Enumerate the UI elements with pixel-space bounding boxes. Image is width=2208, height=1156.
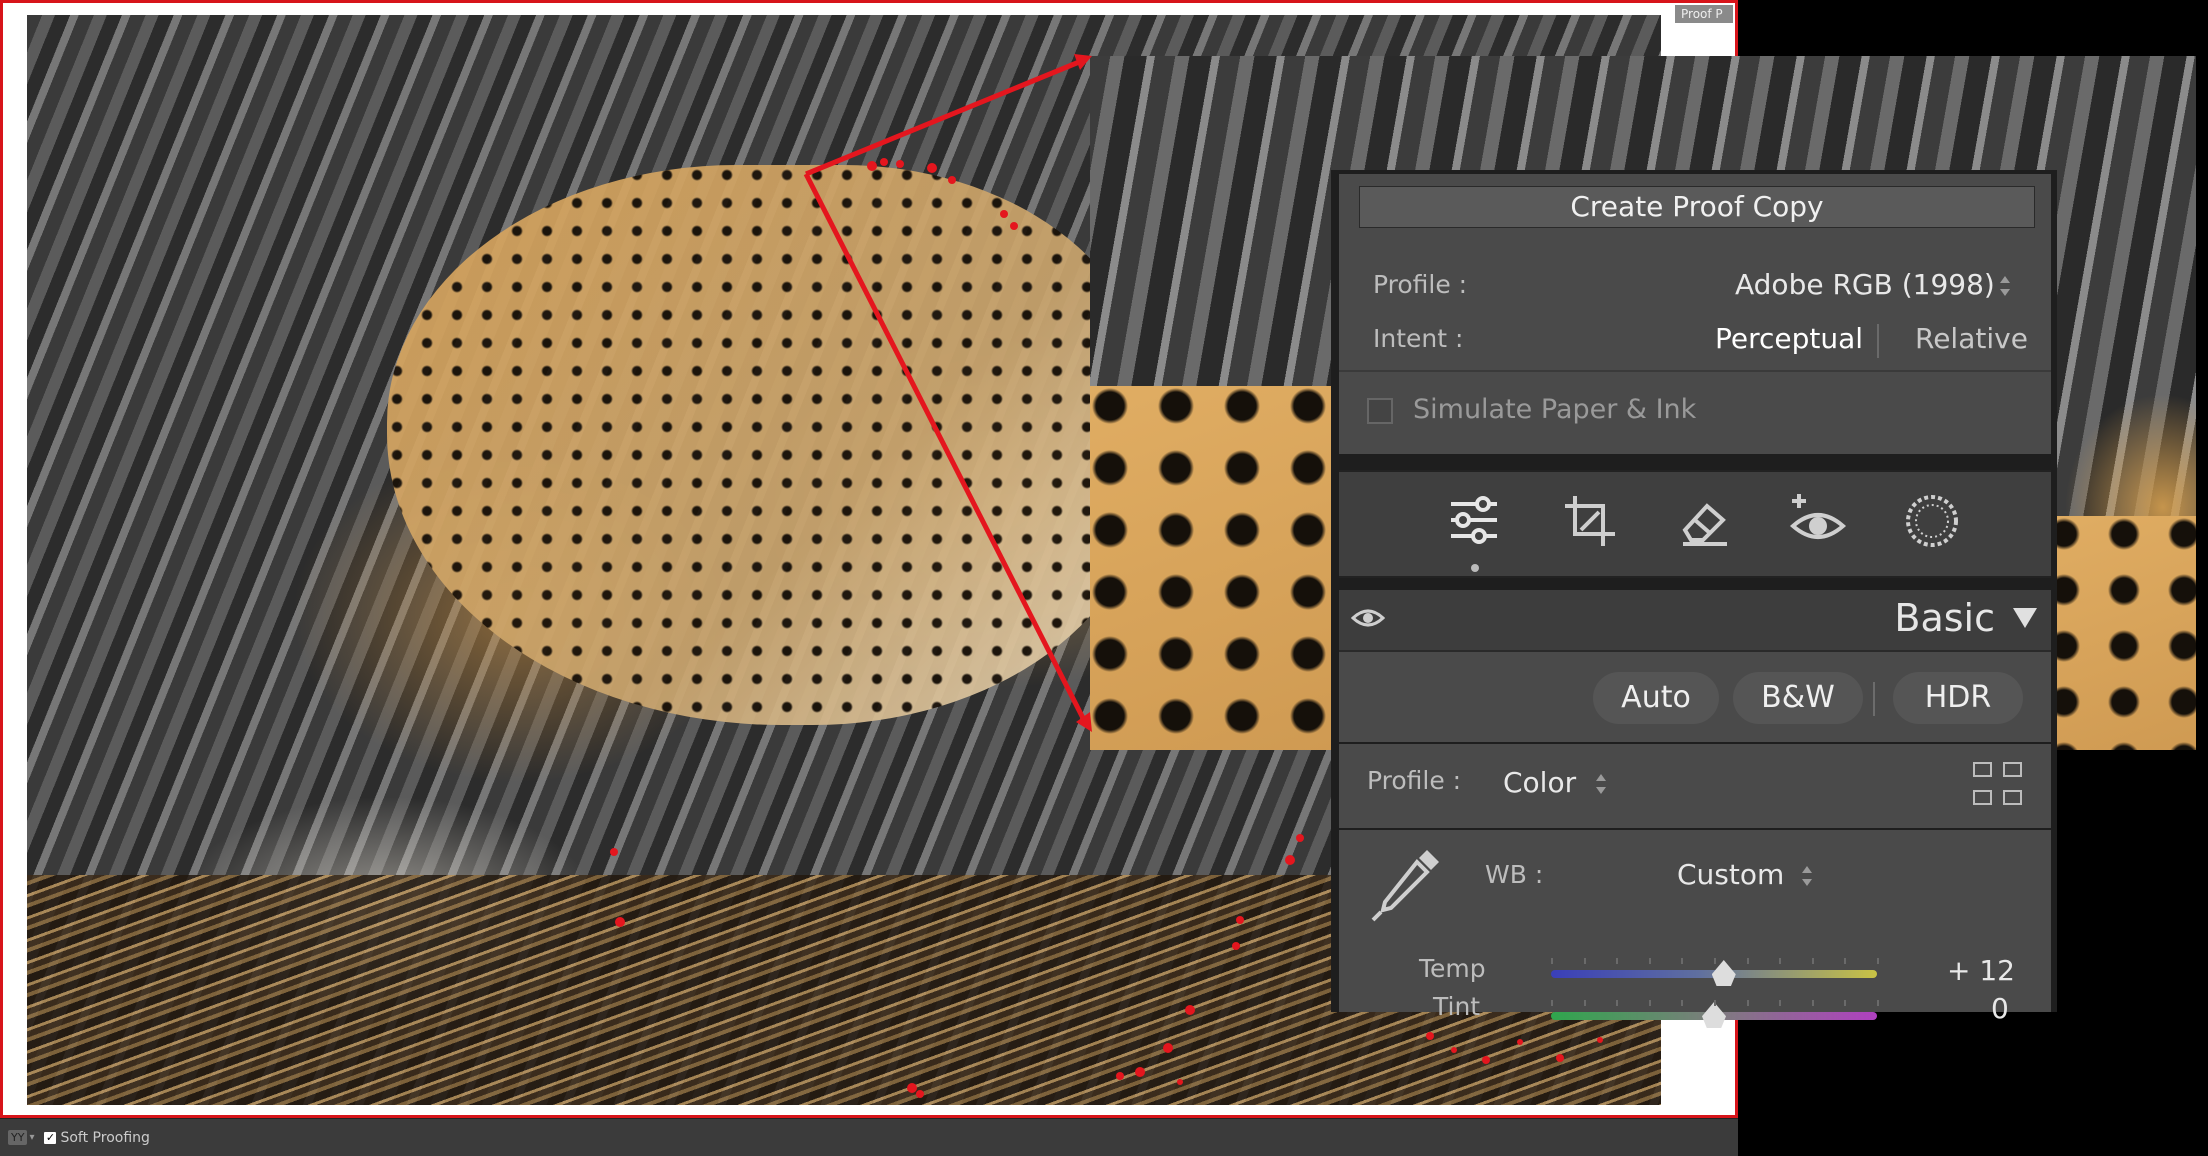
slider-tick bbox=[1648, 958, 1651, 964]
red-eye-icon[interactable] bbox=[1787, 490, 1849, 552]
develop-right-panel: Create Proof Copy Profile : Adobe RGB (1… bbox=[1331, 170, 2057, 1028]
hdr-button[interactable]: HDR bbox=[1893, 672, 2023, 724]
treatment-divider bbox=[1873, 682, 1875, 716]
basic-treatment-row: Auto B&W HDR bbox=[1339, 652, 2051, 742]
collapse-triangle-icon[interactable] bbox=[2013, 608, 2037, 628]
tint-value[interactable]: 0 bbox=[1991, 992, 2009, 1025]
slider-tick bbox=[1746, 958, 1749, 964]
simulate-paper-ink-checkbox[interactable] bbox=[1367, 398, 1393, 424]
soft-proofing-label: Soft Proofing bbox=[60, 1129, 150, 1146]
develop-tool-strip bbox=[1339, 470, 2051, 578]
panel-visibility-eye-icon[interactable] bbox=[1351, 606, 1385, 630]
soft-proofing-checkbox[interactable]: ✓ bbox=[44, 1131, 57, 1144]
black-white-button[interactable]: B&W bbox=[1733, 672, 1863, 724]
soft-proofing-panel: Create Proof Copy Profile : Adobe RGB (1… bbox=[1339, 174, 2051, 454]
create-proof-copy-button[interactable]: Create Proof Copy bbox=[1359, 186, 2035, 228]
soft-proofing-toggle[interactable]: ✓ Soft Proofing bbox=[44, 1129, 150, 1146]
profile-value-stepper-icon[interactable] bbox=[1595, 774, 1607, 794]
basic-panel-title: Basic bbox=[1894, 596, 1995, 640]
eraser-icon[interactable] bbox=[1673, 490, 1735, 552]
view-mode-selector[interactable]: YY ▾ bbox=[8, 1130, 34, 1145]
section-divider bbox=[1339, 370, 2051, 372]
temp-value[interactable]: + 12 bbox=[1947, 954, 2015, 987]
slider-tick bbox=[1583, 1000, 1586, 1006]
slider-tick bbox=[1811, 1000, 1814, 1006]
active-tool-indicator bbox=[1471, 564, 1479, 572]
slider-tick bbox=[1714, 1000, 1716, 1006]
edit-sliders-icon[interactable] bbox=[1443, 490, 1505, 552]
slider-tick bbox=[1583, 958, 1586, 964]
wb-label: WB : bbox=[1485, 860, 1544, 889]
intent-option-perceptual[interactable]: Perceptual bbox=[1715, 322, 1863, 355]
profile-browser-grid-icon[interactable] bbox=[1973, 762, 2025, 808]
slider-tick bbox=[1616, 958, 1619, 964]
white-balance-section: WB : Custom Temp + 12 Tint 0 bbox=[1339, 830, 2051, 1028]
slider-tick bbox=[1551, 958, 1553, 964]
photo-leopard bbox=[387, 165, 1147, 725]
proof-preview-tag: Proof P bbox=[1675, 5, 1733, 23]
intent-option-relative[interactable]: Relative bbox=[1915, 322, 2028, 355]
chevron-down-icon[interactable]: ▾ bbox=[29, 1132, 34, 1143]
zoom-leopard-spots-right bbox=[2046, 516, 2196, 750]
white-balance-eyedropper-icon[interactable] bbox=[1369, 844, 1445, 924]
before-after-view-icon[interactable]: YY bbox=[8, 1130, 28, 1145]
slider-tick bbox=[1746, 1000, 1749, 1006]
slider-tick bbox=[1616, 1000, 1619, 1006]
slider-tick bbox=[1811, 958, 1814, 964]
profile-stepper-icon[interactable] bbox=[1999, 276, 2011, 296]
zoom-leopard-spots-left bbox=[1090, 386, 1350, 750]
slider-tick bbox=[1877, 1000, 1879, 1006]
basic-profile-row: Profile : Color bbox=[1339, 744, 2051, 828]
auto-button[interactable]: Auto bbox=[1593, 672, 1719, 724]
simulate-paper-ink-label: Simulate Paper & Ink bbox=[1413, 394, 1697, 425]
slider-tick bbox=[1877, 958, 1879, 964]
masking-icon[interactable] bbox=[1901, 490, 1963, 552]
basic-profile-label: Profile : bbox=[1367, 766, 1462, 795]
slider-tick bbox=[1844, 958, 1847, 964]
crop-icon[interactable] bbox=[1559, 490, 1621, 552]
intent-divider bbox=[1877, 324, 1879, 358]
intent-label: Intent : bbox=[1373, 324, 1464, 353]
wb-select[interactable]: Custom bbox=[1677, 858, 1784, 891]
slider-tick bbox=[1681, 1000, 1684, 1006]
wb-stepper-icon[interactable] bbox=[1801, 866, 1813, 886]
slider-tick bbox=[1648, 1000, 1651, 1006]
basic-profile-select[interactable]: Color bbox=[1503, 766, 1576, 799]
bottom-toolbar: YY ▾ ✓ Soft Proofing bbox=[0, 1118, 1738, 1156]
proof-profile-select[interactable]: Adobe RGB (1998) bbox=[1735, 268, 1995, 301]
slider-tick bbox=[1779, 958, 1782, 964]
slider-tick bbox=[1779, 1000, 1782, 1006]
proof-profile-label: Profile : bbox=[1373, 270, 1468, 299]
temp-label: Temp bbox=[1419, 954, 1486, 983]
slider-tick bbox=[1844, 1000, 1847, 1006]
slider-tick bbox=[1681, 958, 1684, 964]
tint-label: Tint bbox=[1433, 992, 1481, 1021]
basic-panel-header[interactable]: Basic bbox=[1339, 590, 2051, 652]
slider-tick bbox=[1551, 1000, 1553, 1006]
slider-tick bbox=[1714, 958, 1716, 964]
